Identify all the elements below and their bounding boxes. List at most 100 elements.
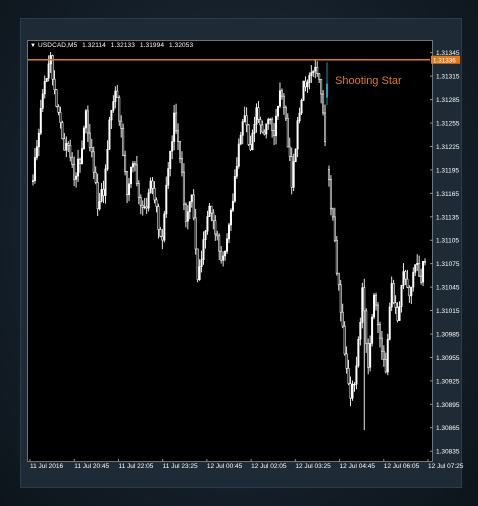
candle-body — [369, 343, 372, 368]
candle-body — [143, 206, 146, 208]
x-tick-label: 12 Jul 06:05 — [384, 463, 420, 470]
candle-body — [308, 75, 311, 83]
candle-body — [424, 261, 427, 263]
y-tick-label: 1.31285 — [436, 97, 460, 104]
candle-body — [67, 143, 70, 146]
candle-body — [75, 175, 78, 180]
candle-body — [182, 171, 185, 205]
candle-body — [386, 338, 389, 373]
candle-body — [359, 322, 362, 340]
candle-body — [367, 343, 370, 368]
candle-body — [378, 324, 381, 339]
candle-body — [88, 132, 91, 148]
candle-body — [141, 204, 144, 208]
y-tick-label: 1.31225 — [436, 144, 460, 151]
candle-body — [229, 210, 232, 226]
candle-body — [145, 206, 148, 209]
candle-body — [290, 156, 293, 188]
candle-body — [263, 131, 266, 135]
candle-body — [275, 115, 278, 137]
candle-body — [157, 206, 160, 230]
candle-body — [206, 216, 209, 232]
candle-body — [390, 283, 393, 308]
candle-body — [165, 184, 168, 215]
candle-body — [139, 197, 142, 206]
candle-body — [347, 368, 350, 384]
candle-body — [316, 66, 319, 74]
candle-body — [59, 112, 62, 123]
candle-body — [335, 239, 338, 274]
candle-body — [35, 146, 38, 158]
candle-body — [247, 124, 250, 145]
candle-body — [69, 145, 72, 158]
candle-body — [410, 286, 413, 297]
candle-body — [284, 107, 287, 119]
candle-body — [120, 120, 123, 129]
shooting-star-candle — [326, 83, 329, 98]
candle-body — [177, 130, 180, 142]
candle-body — [196, 248, 199, 281]
candle-body — [198, 266, 201, 281]
candle-body — [243, 115, 246, 122]
x-tick-label: 12 Jul 00:45 — [207, 463, 243, 470]
candle-body — [345, 353, 348, 369]
candle-body — [118, 97, 121, 122]
candle-body — [161, 236, 164, 241]
candle-body — [159, 229, 162, 237]
candle-body — [57, 106, 60, 113]
candle-body — [265, 123, 268, 135]
candle-body — [114, 90, 117, 102]
y-tick-label: 1.31195 — [436, 167, 459, 174]
candle-body — [404, 271, 407, 280]
candle-body — [128, 183, 131, 196]
candle-body — [116, 90, 119, 98]
candle-body — [108, 119, 111, 150]
candle-body — [33, 157, 36, 181]
candle-body — [302, 80, 305, 101]
candle-body — [304, 80, 307, 88]
candle-body — [153, 188, 156, 201]
x-tick-label: 11 Jul 22:05 — [118, 463, 153, 470]
candle-body — [420, 275, 423, 283]
candle-body — [228, 224, 231, 240]
candle-body — [102, 189, 105, 196]
candlestick-chart: 1.313451.313151.312851.312551.312251.311… — [28, 50, 464, 470]
candle-body — [355, 365, 358, 385]
candle-body — [220, 250, 223, 261]
candle-body — [288, 146, 291, 157]
candle-body — [349, 383, 352, 399]
candle-body — [98, 201, 101, 210]
x-tick-label: 11 Jul 23:25 — [163, 463, 198, 470]
x-tick-label: 12 Jul 02:05 — [251, 463, 287, 470]
candle-body — [224, 250, 227, 257]
candle-body — [175, 112, 178, 132]
candle-body — [312, 70, 315, 73]
candle-body — [282, 95, 285, 108]
candle-body — [226, 238, 229, 252]
candle-body — [253, 123, 256, 134]
candle-body — [214, 220, 217, 235]
candle-body — [155, 199, 158, 207]
candle-body — [239, 134, 242, 145]
candle-body — [210, 205, 213, 214]
candle-body — [192, 194, 195, 219]
candle-body — [47, 63, 50, 79]
candle-body — [271, 118, 274, 131]
candle-body — [43, 81, 46, 95]
candle-body — [365, 310, 368, 344]
candle-body — [251, 132, 254, 151]
candle-body — [343, 325, 346, 355]
candle-body — [331, 208, 334, 218]
candle-body — [190, 194, 193, 203]
candle-body — [371, 316, 374, 344]
candle-body — [71, 156, 74, 165]
candle-body — [286, 117, 289, 148]
level-price-label: 1.31336 — [433, 57, 456, 64]
candle-body — [112, 101, 115, 111]
candle-body — [212, 212, 215, 222]
candle-body — [80, 148, 83, 164]
candle-body — [55, 89, 58, 107]
candle-body — [398, 306, 401, 321]
candle-body — [188, 201, 191, 213]
candle-body — [96, 182, 99, 210]
